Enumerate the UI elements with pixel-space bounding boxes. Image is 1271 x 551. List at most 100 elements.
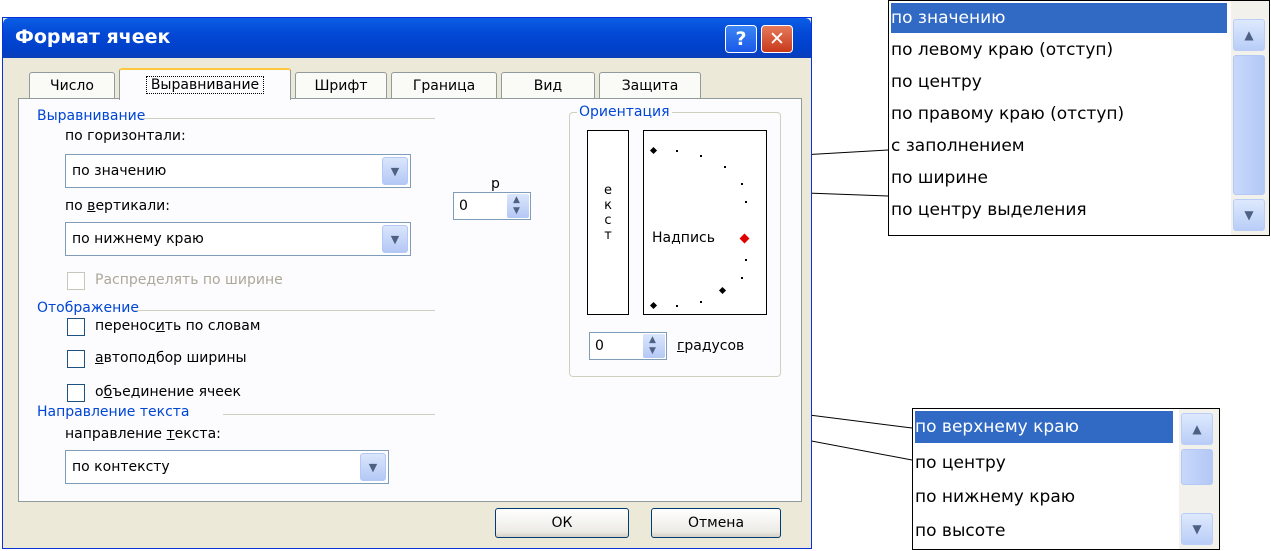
text-direction-select[interactable]: по контексту ▼ <box>65 450 389 484</box>
horizontal-label: по горизонтали: <box>65 128 186 144</box>
list-item[interactable]: по ширине <box>891 163 988 193</box>
vertical-text-letter: к <box>604 198 612 213</box>
group-divider <box>223 414 435 415</box>
list-item[interactable]: по центру выделения <box>891 195 1087 225</box>
spin-up-icon[interactable]: ▲ <box>513 195 520 205</box>
spinner-buttons[interactable]: ▲ ▼ <box>507 194 529 218</box>
vertical-text-letter: с <box>604 213 612 228</box>
tab-number[interactable]: Число <box>29 72 115 98</box>
distribute-checkbox[interactable] <box>67 272 85 290</box>
label-part: а <box>95 350 104 366</box>
scroll-thumb[interactable] <box>1181 449 1213 485</box>
tab-alignment[interactable]: Выравнивание <box>119 68 291 100</box>
merge-cells-checkbox[interactable] <box>67 384 85 402</box>
scroll-thumb[interactable] <box>1233 55 1265 195</box>
label-part: т <box>166 426 175 442</box>
degrees-spinner[interactable]: 0 ▲ ▼ <box>589 332 667 360</box>
autofit-checkbox[interactable] <box>67 350 85 368</box>
vertical-align-select[interactable]: по нижнему краю ▼ <box>65 222 411 256</box>
label-part: ть по словам <box>164 318 261 334</box>
dialog-title: Формат ячеек <box>15 26 171 48</box>
horizontal-align-select[interactable]: по значению ▼ <box>65 154 411 188</box>
orientation-group-label: Ориентация <box>577 104 672 120</box>
horizontal-list-scrollbar[interactable]: ▲ ▼ <box>1231 1 1269 235</box>
list-item[interactable]: по высоте <box>915 515 1005 547</box>
autofit-label: автоподбор ширины <box>95 350 247 366</box>
vertical-options-list: по верхнему краю по центру по нижнему кр… <box>912 408 1220 550</box>
tab-label: Шрифт <box>314 77 368 94</box>
title-bar: Формат ячеек ? ✕ <box>3 18 811 58</box>
list-item[interactable]: по нижнему краю <box>915 481 1075 513</box>
vertical-label: по вертикали: <box>65 198 170 214</box>
vertical-text-letter: т <box>604 228 612 243</box>
scroll-up-icon[interactable]: ▲ <box>1233 19 1265 51</box>
orientation-dial[interactable]: Надпись <box>643 130 767 315</box>
tab-border[interactable]: Граница <box>391 72 497 98</box>
display-group-label: Отображение <box>37 300 139 316</box>
group-divider <box>141 118 435 119</box>
indent-label-fragment: р <box>491 176 500 192</box>
degrees-label: градусов <box>677 338 744 354</box>
spin-down-icon[interactable]: ▼ <box>649 346 656 356</box>
list-item[interactable]: с заполнением <box>891 131 1025 161</box>
direction-group-label: Направление текста <box>37 404 190 420</box>
scroll-down-icon[interactable]: ▼ <box>1181 513 1213 545</box>
orientation-label: Надпись <box>652 230 715 246</box>
label-part: и <box>155 318 165 334</box>
indent-spinner[interactable]: 0 ▲ ▼ <box>453 192 531 220</box>
tab-font[interactable]: Шрифт <box>295 72 387 98</box>
vertical-text: е к с т <box>600 183 616 243</box>
vertical-list-scrollbar[interactable]: ▲ ▼ <box>1179 409 1219 549</box>
spin-up-icon[interactable]: ▲ <box>649 335 656 345</box>
chevron-down-icon[interactable]: ▼ <box>382 157 408 185</box>
label-part: ъединение ячеек <box>112 384 241 400</box>
list-item[interactable]: по верхнему краю <box>915 411 1173 443</box>
horizontal-align-value: по значению <box>72 163 167 179</box>
label-part: радусов <box>684 338 745 354</box>
spin-down-icon[interactable]: ▼ <box>513 206 520 216</box>
alignment-group-label: Выравнивание <box>37 108 146 124</box>
label-part: направление <box>65 426 167 442</box>
close-button[interactable]: ✕ <box>761 25 793 53</box>
close-icon: ✕ <box>769 28 785 50</box>
tab-label: Граница <box>412 77 476 94</box>
chevron-down-icon[interactable]: ▼ <box>360 453 386 481</box>
ok-button[interactable]: ОК <box>495 508 629 538</box>
degrees-value: 0 <box>595 338 604 354</box>
spinner-buttons[interactable]: ▲ ▼ <box>643 334 665 358</box>
list-item[interactable]: по центру <box>891 67 982 97</box>
label-part: втоподбор ширины <box>103 350 247 366</box>
label-part: б <box>103 384 113 400</box>
tab-label: Вид <box>533 77 563 94</box>
vertical-align-value: по нижнему краю <box>72 231 204 247</box>
cancel-button[interactable]: Отмена <box>651 508 781 538</box>
indent-value: 0 <box>459 198 468 214</box>
tab-label: Защита <box>621 77 679 94</box>
label-part: ертикали: <box>95 198 170 214</box>
list-item[interactable]: по правому краю (отступ) <box>891 99 1124 129</box>
list-item[interactable]: по левому краю (отступ) <box>891 35 1113 65</box>
list-item[interactable]: по значению <box>891 3 1227 33</box>
help-button[interactable]: ? <box>725 25 757 53</box>
text-direction-value: по контексту <box>72 459 170 475</box>
format-cells-dialog: Формат ячеек ? ✕ Число Выравнивание Шриф… <box>2 17 812 549</box>
tab-fill[interactable]: Вид <box>501 72 595 98</box>
direction-label: направление текста: <box>65 426 221 442</box>
orientation-arc <box>649 146 750 310</box>
tab-protection[interactable]: Защита <box>599 72 701 98</box>
merge-cells-label: объединение ячеек <box>95 384 241 400</box>
label-part: екста: <box>174 426 221 442</box>
wrap-text-checkbox[interactable] <box>67 318 85 336</box>
wrap-text-label: переносить по словам <box>95 318 260 334</box>
scroll-down-icon[interactable]: ▼ <box>1233 199 1265 231</box>
tab-label: Число <box>50 77 94 94</box>
label-part: о <box>95 384 104 400</box>
group-divider <box>135 310 435 311</box>
chevron-down-icon[interactable]: ▼ <box>382 225 408 253</box>
label-part: перенос <box>95 318 156 334</box>
list-item[interactable]: по центру <box>915 447 1006 479</box>
scroll-up-icon[interactable]: ▲ <box>1181 413 1213 445</box>
horizontal-options-list: по значению по левому краю (отступ) по ц… <box>888 0 1270 236</box>
label-part: по <box>65 198 88 214</box>
vertical-text-box[interactable]: е к с т <box>587 130 629 315</box>
